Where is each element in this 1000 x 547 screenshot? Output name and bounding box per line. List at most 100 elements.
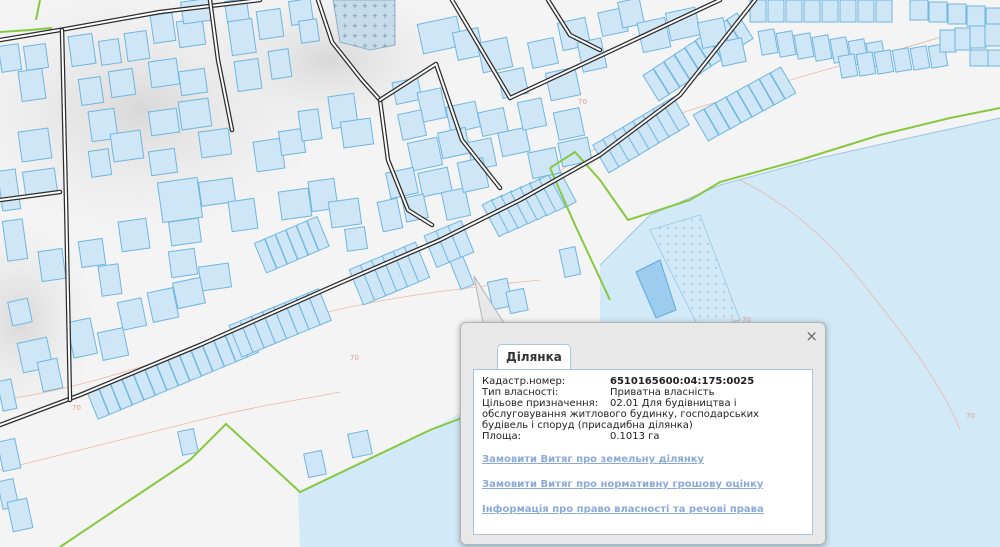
parcel[interactable] xyxy=(327,197,363,229)
parcel-info-popup: × Ділянка Кадастр.номер: 6510165600:04:1… xyxy=(460,322,826,545)
parcel[interactable] xyxy=(77,237,107,269)
parcel[interactable] xyxy=(7,297,33,327)
parcel[interactable] xyxy=(339,117,375,149)
parcel[interactable] xyxy=(87,148,113,178)
field-label: Кадастр.номер: xyxy=(482,376,566,387)
parcel[interactable] xyxy=(107,67,137,99)
parcel[interactable] xyxy=(505,287,529,315)
parcel[interactable] xyxy=(984,23,1000,47)
parcel[interactable] xyxy=(855,51,877,77)
parcel[interactable] xyxy=(891,47,913,73)
parcel[interactable] xyxy=(803,0,821,23)
parcel[interactable] xyxy=(297,18,321,44)
ownership-rights-info-link[interactable]: Інформація про право власності та речові… xyxy=(482,504,804,515)
parcel[interactable] xyxy=(67,32,97,68)
parcel[interactable] xyxy=(97,263,123,297)
parcel[interactable] xyxy=(147,57,181,89)
parcel[interactable] xyxy=(227,17,257,57)
parcel[interactable] xyxy=(821,0,839,23)
contour-label: 70 xyxy=(350,354,359,362)
parcel[interactable] xyxy=(17,67,47,103)
parcel[interactable] xyxy=(97,38,123,66)
parcel[interactable] xyxy=(0,43,23,73)
parcel[interactable] xyxy=(552,107,586,141)
parcel[interactable] xyxy=(928,1,948,23)
parcel[interactable] xyxy=(811,34,833,62)
contour-label: 70 xyxy=(72,404,81,412)
parcel[interactable] xyxy=(227,197,259,233)
parcel[interactable] xyxy=(156,176,204,224)
parcel[interactable] xyxy=(197,127,233,159)
parcel[interactable] xyxy=(516,97,548,131)
order-valuation-extract-link[interactable]: Замовити Витяг про нормативну грошову оц… xyxy=(482,479,804,490)
parcel[interactable] xyxy=(123,30,151,62)
contour-label: 70 xyxy=(966,412,975,420)
purpose-row: Цільове призначення: 02.01 Для будівницт… xyxy=(482,398,804,409)
parcel[interactable] xyxy=(146,287,180,323)
parcel[interactable] xyxy=(297,108,323,142)
parcel[interactable] xyxy=(527,146,561,180)
parcel[interactable] xyxy=(406,136,444,172)
parcel[interactable] xyxy=(969,25,987,49)
field-label: Тип власності: xyxy=(482,387,559,398)
parcel[interactable] xyxy=(149,12,177,44)
parcel[interactable] xyxy=(969,49,989,67)
hatched-zone xyxy=(332,0,396,51)
parcel[interactable] xyxy=(873,49,895,75)
parcel[interactable] xyxy=(172,276,206,310)
parcel[interactable] xyxy=(77,76,105,106)
parcel[interactable] xyxy=(197,262,233,292)
parcel[interactable] xyxy=(947,3,967,25)
parcel[interactable] xyxy=(767,0,785,23)
parcel[interactable] xyxy=(177,67,209,97)
parcel[interactable] xyxy=(857,0,875,23)
parcel[interactable] xyxy=(987,49,1000,67)
parcel-details-panel: Кадастр.номер: 6510165600:04:175:0025 Ти… xyxy=(473,369,813,535)
ownership-type-row: Тип власності: Приватна власність xyxy=(482,387,804,398)
parcel[interactable] xyxy=(37,247,67,283)
parcel[interactable] xyxy=(966,5,986,27)
parcel[interactable] xyxy=(22,43,50,71)
parcel[interactable] xyxy=(939,29,957,53)
parcel[interactable] xyxy=(17,127,53,163)
parcel[interactable] xyxy=(954,27,972,51)
parcel[interactable] xyxy=(440,187,472,221)
parcel[interactable] xyxy=(167,247,199,279)
parcel[interactable] xyxy=(757,28,779,56)
parcel[interactable] xyxy=(793,32,815,60)
parcel[interactable] xyxy=(839,0,857,23)
contour-label: 70 xyxy=(578,98,587,106)
parcel[interactable] xyxy=(837,53,859,79)
parcel[interactable] xyxy=(456,157,490,193)
parcel[interactable] xyxy=(109,129,145,163)
parcel[interactable] xyxy=(875,0,893,23)
parcel[interactable] xyxy=(347,429,373,459)
parcel[interactable] xyxy=(909,0,929,21)
parcel[interactable] xyxy=(909,45,931,71)
parcel[interactable] xyxy=(147,147,179,177)
parcel[interactable] xyxy=(344,226,368,252)
cadastral-number-row: Кадастр.номер: 6510165600:04:175:0025 xyxy=(482,376,804,387)
parcel[interactable] xyxy=(177,97,213,131)
order-land-extract-link[interactable]: Замовити Витяг про земельну ділянку xyxy=(482,454,804,465)
parcel[interactable] xyxy=(96,327,130,361)
parcel[interactable] xyxy=(396,109,428,141)
parcel[interactable] xyxy=(147,107,181,137)
parcel[interactable] xyxy=(116,297,148,331)
close-icon[interactable]: × xyxy=(805,328,818,344)
parcel[interactable] xyxy=(775,30,797,58)
tab-parcel[interactable]: Ділянка xyxy=(497,344,571,370)
parcel[interactable] xyxy=(497,126,531,158)
popup-tabbar: Ділянка xyxy=(473,344,813,370)
parcel[interactable] xyxy=(233,57,263,93)
parcel[interactable] xyxy=(785,0,803,23)
parcel[interactable] xyxy=(526,36,560,70)
parcel[interactable] xyxy=(267,48,293,80)
parcel[interactable] xyxy=(255,7,285,41)
area-row: Площа: 0.1013 га xyxy=(482,431,804,442)
parcel[interactable] xyxy=(277,187,313,221)
parcel[interactable] xyxy=(167,217,203,247)
parcel[interactable] xyxy=(117,217,151,253)
ownership-type-value: Приватна власність xyxy=(610,387,715,398)
area-value: 0.1013 га xyxy=(610,431,660,442)
